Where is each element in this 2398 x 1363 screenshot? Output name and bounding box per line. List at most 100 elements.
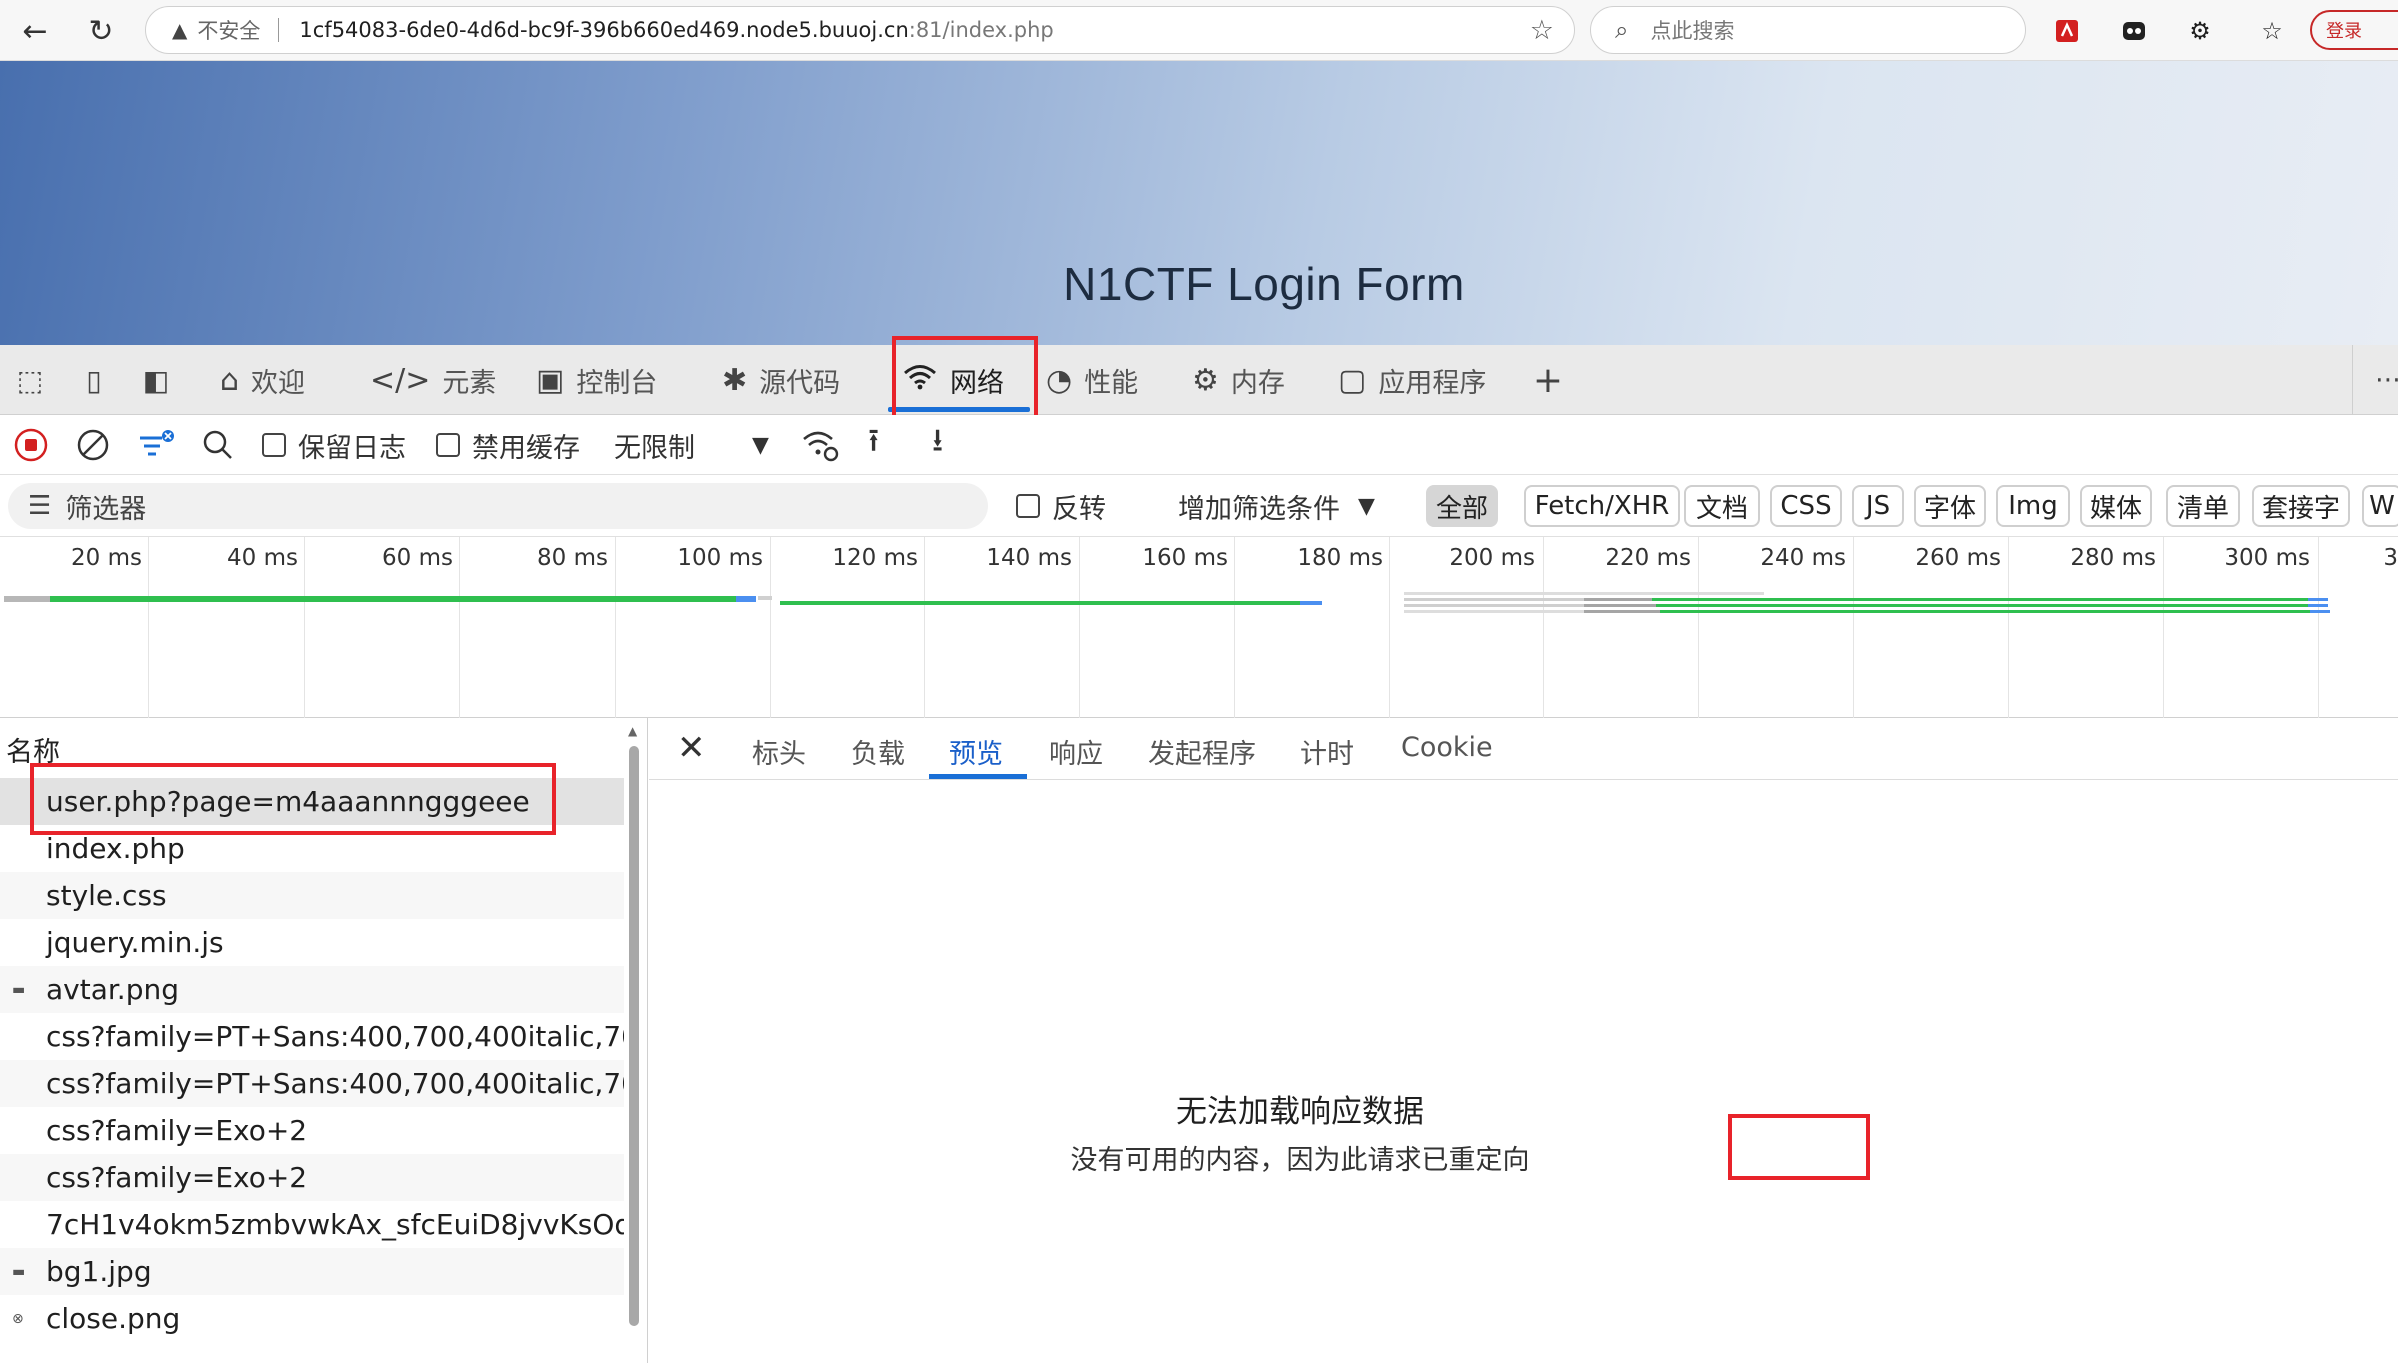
preserve-log-checkbox[interactable]: 保留日志 [262, 423, 406, 467]
type-filter-doc[interactable]: 文档 [1684, 485, 1760, 527]
request-row[interactable]: ⊗ close.png [0, 1295, 624, 1342]
pdf-extension-icon[interactable] [2050, 14, 2084, 48]
address-bar[interactable]: ▲ 不安全 1cf54083-6de0-4d6d-bc9f-396b660ed4… [145, 6, 1575, 54]
tab-cookies[interactable]: Cookie [1401, 732, 1493, 763]
checkbox-box [262, 433, 286, 457]
chevron-down-icon: ▼ [1358, 493, 1375, 519]
back-arrow-icon[interactable]: ← [12, 8, 58, 54]
request-name: avtar.png [46, 973, 179, 1006]
tab-memory[interactable]: ⚙ 内存 [1192, 345, 1285, 415]
request-row[interactable]: ▬ avtar.png [0, 966, 624, 1013]
favorites-icon[interactable]: ☆ [2255, 14, 2289, 48]
timeline-bar [1404, 592, 1764, 595]
export-har-icon[interactable]: ⭳ [932, 421, 943, 467]
search-box[interactable]: ⌕ 点此搜索 [1590, 6, 2026, 54]
extension-icon[interactable] [2117, 14, 2151, 48]
tab-initiator[interactable]: 发起程序 [1148, 732, 1256, 771]
tab-elements[interactable]: </> 元素 [370, 345, 496, 415]
type-filter-fetch-xhr[interactable]: Fetch/XHR [1524, 485, 1680, 527]
chip-icon: ⚙ [1192, 362, 1219, 398]
devtools-tab-bar: ⬚ ▯ ◧ ⌂ 欢迎 </> 元素 ▣ 控制台 ✱ 源代码 网络 ◔ 性能 ⚙ 内存 ▢ 应用… [0, 345, 2398, 415]
tab-preview[interactable]: 预览 [949, 732, 1003, 771]
request-name: 7cH1v4okm5zmbvwkAx_sfcEuiD8jvvKsOd... [46, 1208, 624, 1241]
timeline-tick-label: 120 ms [832, 545, 918, 571]
search-icon: ⌕ [1615, 16, 1629, 44]
favorite-star-icon[interactable]: ☆ [1530, 15, 1554, 46]
filter-toggle-icon[interactable] [138, 423, 176, 467]
device-toggle-icon[interactable]: ▯ [74, 362, 114, 398]
request-row[interactable]: css?family=PT+Sans:400,700,400italic,700… [0, 1013, 624, 1060]
more-options-icon[interactable]: ⋯ [2368, 362, 2398, 398]
timeline-gridline [304, 537, 305, 718]
clear-icon[interactable] [76, 423, 110, 467]
request-row[interactable]: css?family=PT+Sans:400,700,400italic,700… [0, 1060, 624, 1107]
insecure-label: 不安全 [197, 19, 261, 43]
tab-sources[interactable]: ✱ 源代码 [722, 345, 840, 415]
tab-application[interactable]: ▢ 应用程序 [1338, 345, 1486, 415]
disable-cache-checkbox[interactable]: 禁用缓存 [436, 423, 580, 467]
tab-welcome-label: 欢迎 [251, 367, 306, 399]
request-name: style.css [46, 879, 167, 912]
more-filters-dropdown[interactable]: 增加筛选条件 ▼ [1178, 484, 1375, 528]
type-filter-all[interactable]: 全部 [1426, 485, 1498, 527]
timeline-tick-label: 160 ms [1142, 545, 1228, 571]
network-conditions-icon[interactable] [800, 423, 840, 467]
tab-memory-label: 内存 [1230, 367, 1285, 399]
request-row[interactable]: 7cH1v4okm5zmbvwkAx_sfcEuiD8jvvKsOd... [0, 1201, 624, 1248]
timeline-bar [1584, 604, 1656, 607]
type-filter-wasm[interactable]: W [2362, 485, 2398, 527]
detail-tab-bar: ✕ 标头 负载 预览 响应 发起程序 计时 Cookie [649, 718, 2398, 780]
reload-icon[interactable]: ↻ [78, 8, 124, 54]
tab-performance[interactable]: ◔ 性能 [1046, 345, 1138, 415]
dock-panel-icon[interactable]: ◧ [136, 362, 176, 398]
request-list-scrollbar[interactable]: ▲ [628, 724, 640, 1352]
preserve-log-label: 保留日志 [298, 432, 406, 464]
tab-timing[interactable]: 计时 [1300, 732, 1354, 771]
login-button[interactable]: 登录 [2310, 10, 2398, 50]
timeline-bar [1584, 598, 1652, 601]
highlight-redirect-text [1728, 1114, 1870, 1180]
type-filter-socket[interactable]: 套接字 [2252, 485, 2350, 527]
tab-headers[interactable]: 标头 [752, 732, 806, 771]
record-stop-icon[interactable] [14, 423, 48, 467]
inspect-icon[interactable]: ⬚ [10, 362, 50, 398]
timeline-tick-label: 180 ms [1297, 545, 1383, 571]
extensions-puzzle-icon[interactable]: ⚙ [2183, 14, 2217, 48]
request-row[interactable]: ▬ bg1.jpg [0, 1248, 624, 1295]
type-filter-js[interactable]: JS [1852, 485, 1904, 527]
tab-response[interactable]: 响应 [1049, 732, 1103, 771]
type-filter-css[interactable]: CSS [1770, 485, 1842, 527]
request-detail-panel: ✕ 标头 负载 预览 响应 发起程序 计时 Cookie 无法加载响应数据 没有… [649, 718, 2398, 1363]
filter-input[interactable]: ☰ 筛选器 [8, 483, 988, 529]
type-filter-media[interactable]: 媒体 [2080, 485, 2152, 527]
chevron-down-icon[interactable]: ▼ [752, 423, 769, 467]
scrollbar-thumb[interactable] [629, 746, 639, 1326]
request-row[interactable]: style.css [0, 872, 624, 919]
more-filters-label: 增加筛选条件 [1178, 493, 1340, 525]
import-har-icon[interactable]: ⭱ [868, 421, 879, 467]
request-row[interactable]: css?family=Exo+2 [0, 1154, 624, 1201]
timeline-tick-label: 280 ms [2070, 545, 2156, 571]
request-name: jquery.min.js [46, 926, 224, 959]
request-name: bg1.jpg [46, 1255, 152, 1288]
type-filter-font[interactable]: 字体 [1914, 485, 1986, 527]
browser-toolbar: ← ↻ ▲ 不安全 1cf54083-6de0-4d6d-bc9f-396b66… [0, 0, 2398, 61]
tab-payload[interactable]: 负载 [851, 732, 905, 771]
console-icon: ▣ [536, 362, 565, 398]
throttle-select[interactable]: 无限制 [614, 423, 695, 467]
image-file-icon: ▬ [12, 981, 26, 998]
invert-checkbox[interactable]: 反转 [1016, 484, 1106, 528]
tab-console[interactable]: ▣ 控制台 [536, 345, 657, 415]
type-filter-manifest[interactable]: 清单 [2166, 485, 2240, 527]
scroll-up-arrow-icon[interactable]: ▲ [628, 724, 637, 738]
filter-lines-icon: ☰ [28, 491, 52, 521]
type-filter-img[interactable]: Img [1996, 485, 2070, 527]
add-tab-icon[interactable]: + [1528, 360, 1568, 401]
timeline-bar [50, 596, 736, 602]
request-row[interactable]: css?family=Exo+2 [0, 1107, 624, 1154]
search-icon[interactable] [202, 423, 234, 467]
close-icon[interactable]: ✕ [677, 728, 706, 768]
tab-welcome[interactable]: ⌂ 欢迎 [220, 345, 305, 415]
network-timeline[interactable]: 20 ms 40 ms 60 ms 80 ms 100 ms 120 ms 14… [0, 537, 2398, 718]
request-row[interactable]: jquery.min.js [0, 919, 624, 966]
